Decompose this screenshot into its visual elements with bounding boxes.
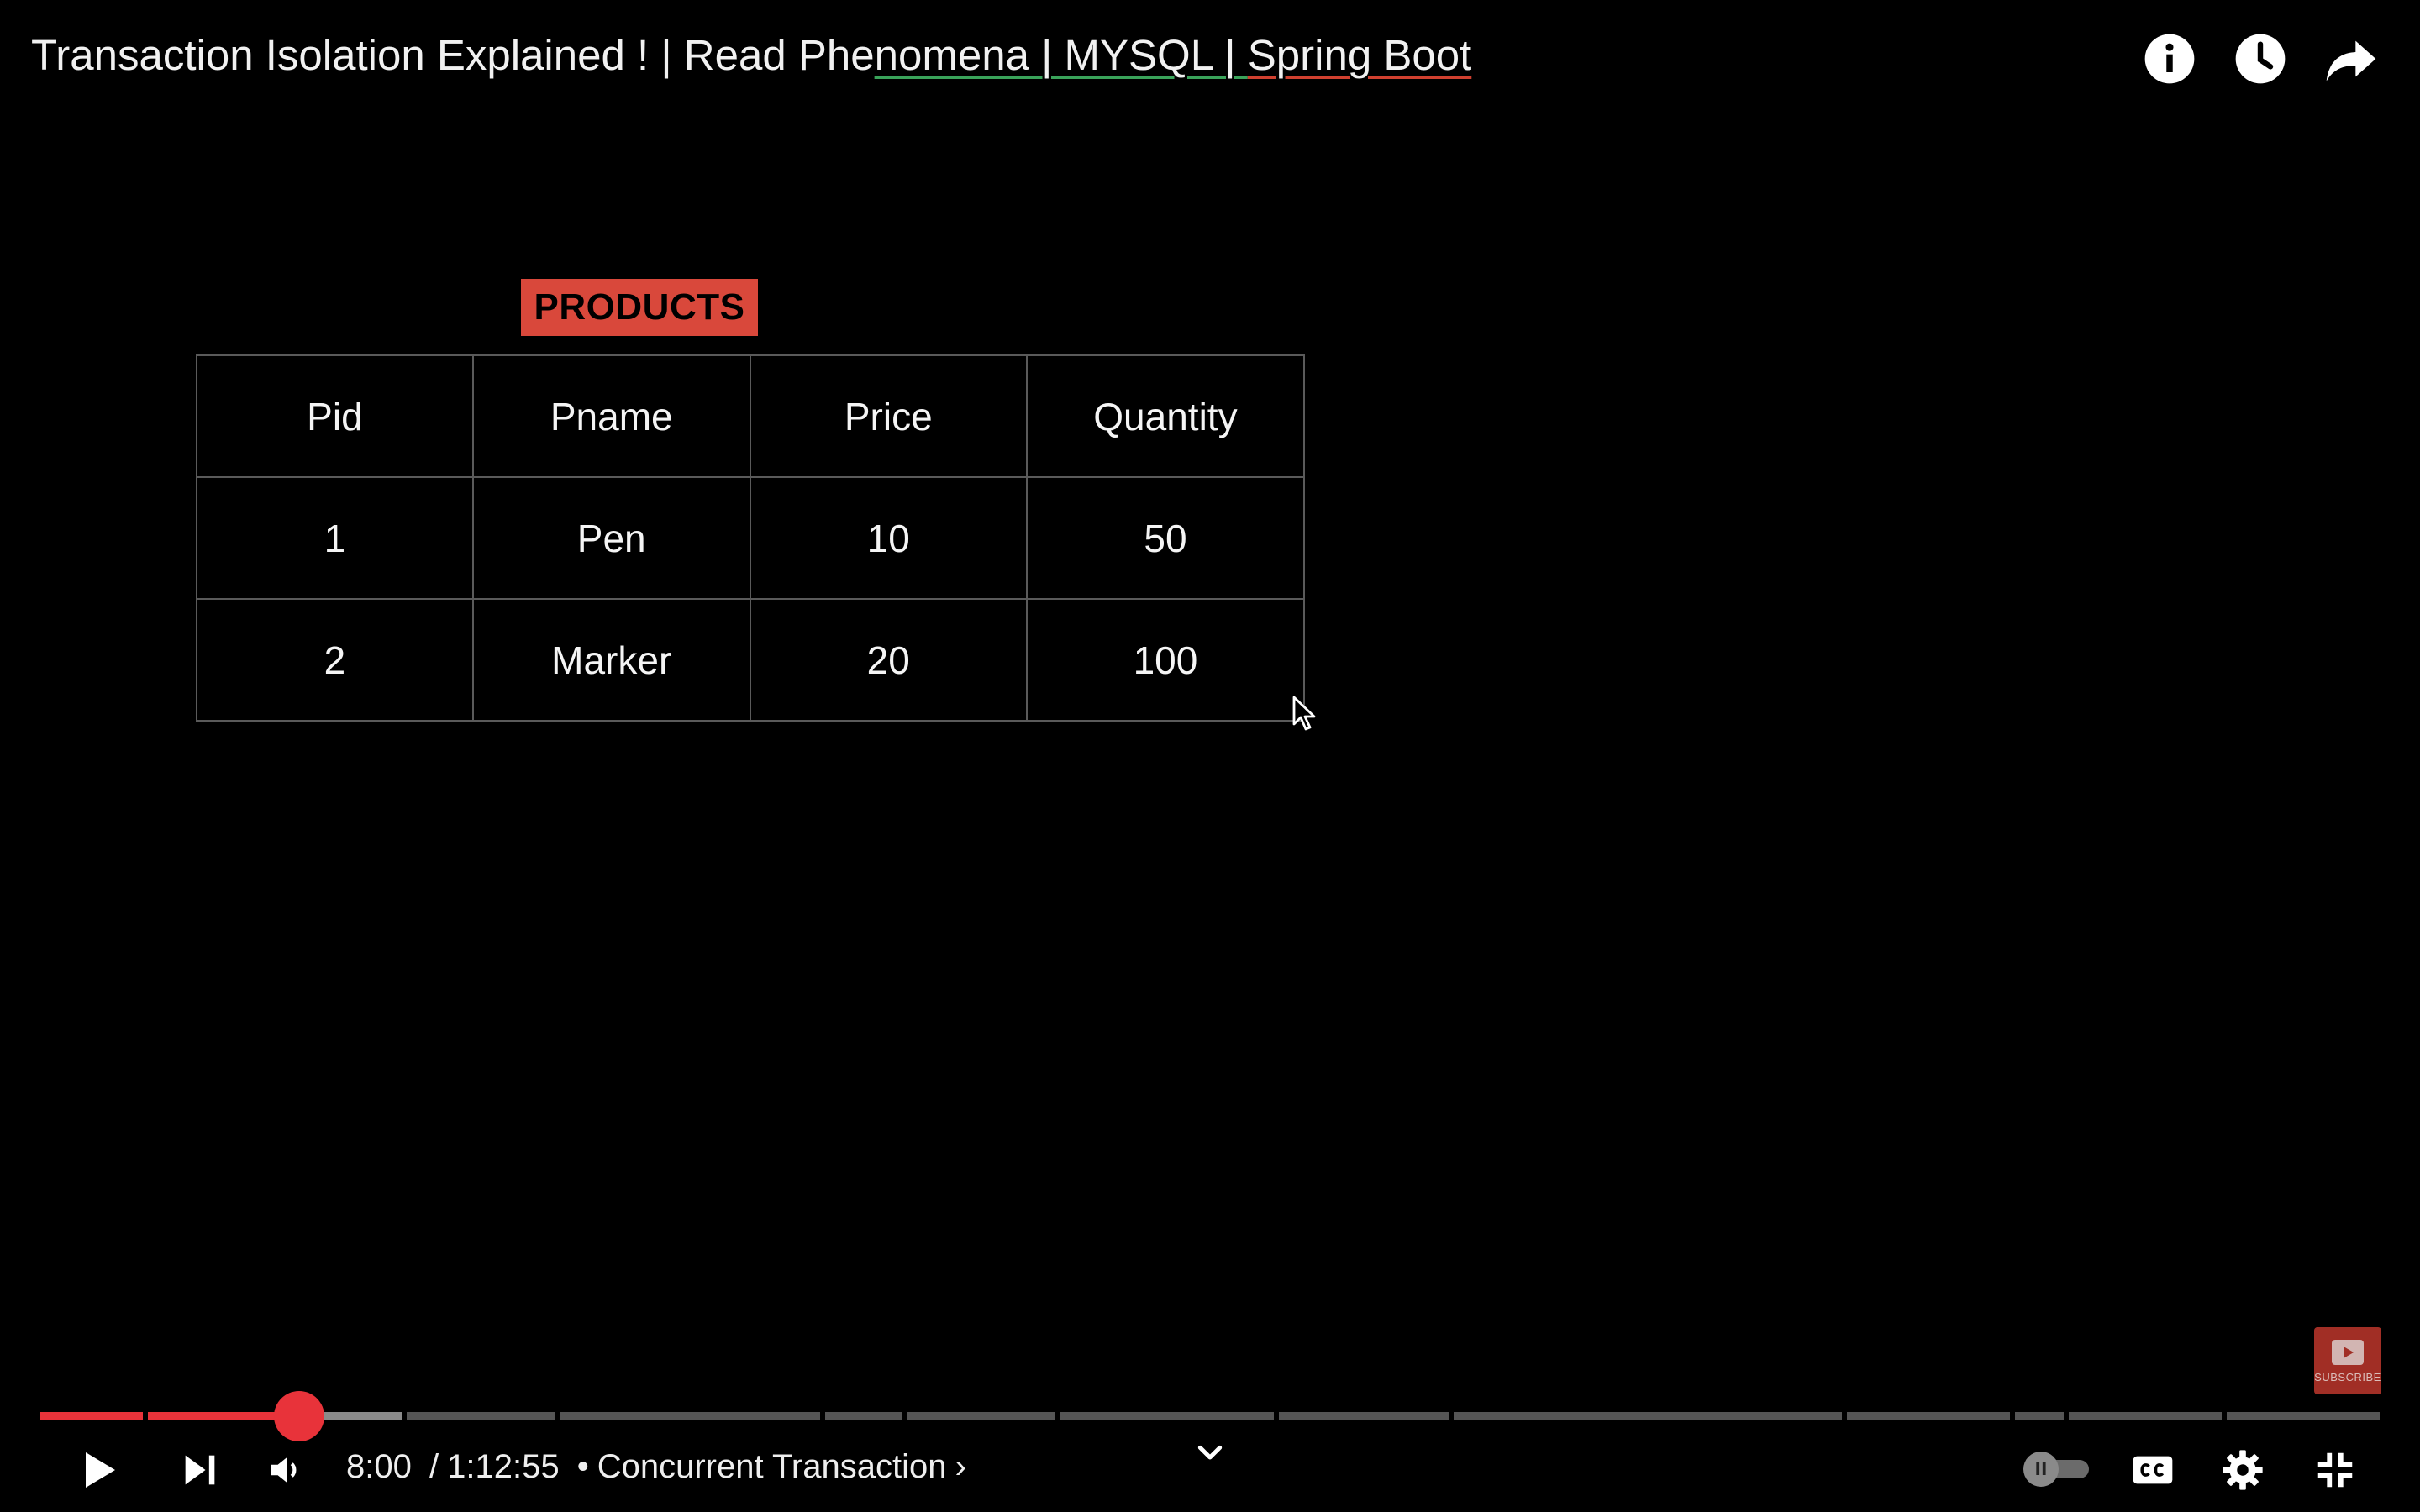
mouse-cursor-icon [1292, 696, 1316, 731]
play-logo-icon [2332, 1339, 2364, 1365]
duration: 1:12:55 [447, 1448, 560, 1485]
chapter-segment[interactable] [2015, 1412, 2064, 1420]
watch-later-icon[interactable] [2233, 32, 2287, 86]
settings-icon [2223, 1450, 2263, 1490]
video-title-part-1: Transaction Isolation Explained ! | Read… [31, 31, 875, 79]
video-title[interactable]: Transaction Isolation Explained ! | Read… [31, 30, 1471, 80]
table-cell: 10 [749, 476, 1028, 600]
progress-bar[interactable] [40, 1412, 2380, 1420]
captions-icon [2133, 1456, 2173, 1484]
chapter-segment[interactable] [407, 1412, 555, 1420]
settings-button[interactable] [2220, 1440, 2265, 1500]
column-header: Quantity [1025, 354, 1306, 478]
chapter-segment[interactable] [825, 1412, 902, 1420]
table-cell: 50 [1025, 476, 1306, 600]
chapter-segment[interactable] [1454, 1412, 1842, 1420]
chevron-right-icon[interactable]: › [955, 1448, 965, 1485]
chapter-segment[interactable] [2069, 1412, 2222, 1420]
column-header: Pid [196, 354, 474, 478]
exit-fullscreen-button[interactable] [2312, 1440, 2358, 1500]
table-header-row: Pid Pname Price Quantity [196, 354, 1306, 478]
chapter-segment[interactable] [40, 1412, 143, 1420]
column-header: Price [749, 354, 1028, 478]
captions-button[interactable] [2129, 1440, 2176, 1500]
play-button[interactable] [74, 1440, 121, 1500]
video-title-part-3: Spring Boot [1247, 31, 1472, 79]
time-separator: / [429, 1448, 439, 1485]
chapter-bullet: • [576, 1448, 589, 1485]
chapter-title-button[interactable]: Concurrent Transaction [597, 1448, 947, 1485]
autoplay-toggle[interactable]: II [2023, 1452, 2091, 1487]
subscribe-watermark[interactable]: SUBSCRIBE [2314, 1327, 2381, 1394]
next-button[interactable] [178, 1440, 222, 1500]
play-icon [86, 1452, 115, 1488]
table-cell: 1 [196, 476, 474, 600]
table-cell: 2 [196, 598, 474, 722]
chapter-segment[interactable] [1279, 1412, 1449, 1420]
chapter-segment[interactable] [1847, 1412, 2010, 1420]
next-icon [185, 1455, 215, 1485]
chapter-segment[interactable] [908, 1412, 1055, 1420]
progress-scrubber[interactable] [274, 1391, 324, 1441]
chapter-segment[interactable] [560, 1412, 820, 1420]
player-controls: 8:00 /1:12:55 • Concurrent Transaction › I… [0, 1436, 2420, 1504]
mute-button[interactable] [266, 1440, 308, 1500]
info-icon[interactable] [2143, 32, 2196, 86]
chapter-segment[interactable] [1060, 1412, 1274, 1420]
table-row: 1 Pen 10 50 [196, 476, 1306, 600]
volume-icon [271, 1457, 297, 1483]
exit-fullscreen-icon [2317, 1452, 2353, 1488]
table-row: 2 Marker 20 100 [196, 598, 1306, 722]
chapter-segment[interactable] [2227, 1412, 2380, 1420]
share-icon[interactable] [2324, 32, 2378, 86]
video-title-part-2: nomena | MYSQL | [874, 31, 1248, 79]
chapter-segment[interactable] [311, 1412, 402, 1420]
products-table: Pid Pname Price Quantity 1 Pen 10 50 2 M… [196, 354, 1306, 722]
table-title: PRODUCTS [521, 279, 758, 336]
table-cell: 100 [1025, 598, 1306, 722]
time-display: 8:00 /1:12:55 • Concurrent Transaction › [346, 1448, 966, 1486]
current-time: 8:00 [346, 1448, 412, 1485]
table-cell: 20 [749, 598, 1028, 722]
table-cell: Pen [471, 476, 751, 600]
table-cell: Marker [471, 598, 751, 722]
pause-glyph: II [2034, 1459, 2048, 1479]
subscribe-label: SUBSCRIBE [2314, 1370, 2381, 1383]
top-right-actions [2143, 32, 2378, 86]
column-header: Pname [471, 354, 751, 478]
autoplay-toggle-knob: II [2023, 1452, 2059, 1487]
